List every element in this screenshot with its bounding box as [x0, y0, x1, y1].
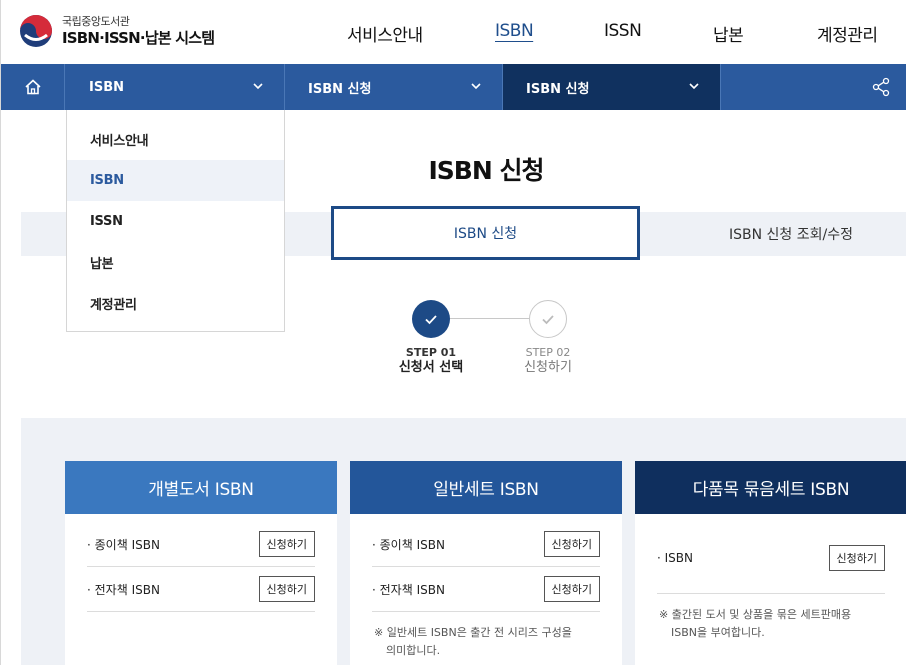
note-line: ※ 출간된 도서 및 상품을 묶은 세트판매용: [659, 608, 852, 621]
gnb-legal-deposit[interactable]: 납본: [713, 21, 744, 46]
location-depth1-select[interactable]: ISBN: [66, 64, 285, 110]
chevron-down-icon: [253, 83, 263, 90]
logo-org-name: 국립중앙도서관: [62, 15, 130, 28]
row-label: · ISBN: [657, 550, 693, 565]
dropdown-item-issn[interactable]: ISSN: [67, 201, 284, 242]
home-button[interactable]: [1, 64, 65, 110]
dropdown-item-account[interactable]: 계정관리: [67, 283, 284, 324]
card-row-ebook: · 전자책 ISBN 신청하기: [372, 567, 600, 612]
note-line: ISBN을 부여합니다.: [671, 626, 765, 639]
home-icon: [24, 79, 41, 95]
step-connector: [449, 318, 529, 319]
step-1-name: 신청서 선택: [398, 360, 464, 375]
check-icon: [542, 315, 554, 325]
card-title: 일반세트 ISBN: [350, 461, 622, 514]
note-line: 의미합니다.: [386, 644, 441, 657]
dropdown-item-service-guide[interactable]: 서비스안내: [67, 119, 284, 160]
location-depth3-select[interactable]: ISBN 신청: [503, 64, 721, 110]
gnb-issn[interactable]: ISSN: [604, 21, 642, 41]
chevron-down-icon: [471, 83, 481, 90]
site-header: 국립중앙도서관 ISBN·ISSN·납본 시스템 서비스안내 ISBN ISSN…: [1, 0, 906, 64]
step-1-number: STEP 01: [405, 346, 457, 359]
tab-isbn-apply[interactable]: ISBN 신청: [331, 206, 640, 260]
row-label: · 전자책 ISBN: [87, 582, 160, 597]
card-row-isbn: · ISBN 신청하기: [657, 522, 885, 594]
location-depth2-select[interactable]: ISBN 신청: [285, 64, 503, 110]
apply-button[interactable]: 신청하기: [258, 531, 315, 557]
check-icon: [425, 315, 437, 325]
step-1-indicator: [412, 300, 450, 338]
share-icon: [872, 77, 890, 97]
chevron-down-icon: [689, 83, 699, 90]
row-label: · 종이책 ISBN: [372, 537, 445, 552]
gnb-account[interactable]: 계정관리: [817, 21, 878, 46]
site-logo[interactable]: 국립중앙도서관 ISBN·ISSN·납본 시스템: [19, 14, 215, 48]
location-depth1-label: ISBN: [89, 79, 124, 95]
taegeuk-logo-icon: [20, 15, 52, 47]
gnb-service-guide[interactable]: 서비스안내: [347, 21, 423, 46]
row-label: · 전자책 ISBN: [372, 582, 445, 597]
apply-button[interactable]: 신청하기: [828, 544, 885, 571]
card-title: 개별도서 ISBN: [65, 461, 337, 514]
page-title: ISBN 신청: [428, 156, 545, 185]
card-general-set-isbn: 일반세트 ISBN · 종이책 ISBN 신청하기 · 전자책 ISBN 신청하…: [350, 461, 622, 665]
card-note: ※ 일반세트 ISBN은 출간 전 시리즈 구성을 의미합니다.: [372, 624, 600, 660]
card-row-paper: · 종이책 ISBN 신청하기: [87, 522, 315, 567]
step-2-number: STEP 02: [525, 346, 571, 359]
logo-system-title: ISBN·ISSN·납본 시스템: [62, 29, 215, 47]
apply-button[interactable]: 신청하기: [543, 576, 600, 602]
card-individual-isbn: 개별도서 ISBN · 종이책 ISBN 신청하기 · 전자책 ISBN 신청하…: [65, 461, 337, 665]
card-row-paper: · 종이책 ISBN 신청하기: [372, 522, 600, 567]
location-depth3-label: ISBN 신청: [526, 81, 590, 97]
card-multi-item-set-isbn: 다품목 묶음세트 ISBN · ISBN 신청하기 ※ 출간된 도서 및 상품을…: [635, 461, 906, 665]
apply-button[interactable]: 신청하기: [258, 576, 315, 602]
tab-isbn-inquiry[interactable]: ISBN 신청 조회/수정: [681, 224, 901, 244]
depth1-dropdown-menu: 서비스안내 ISBN ISSN 납본 계정관리: [66, 110, 285, 332]
step-2-label: STEP 02 신청하기: [503, 345, 593, 375]
card-row-ebook: · 전자책 ISBN 신청하기: [87, 567, 315, 612]
location-bar: ISBN ISBN 신청 ISBN 신청: [1, 64, 906, 110]
card-title: 다품목 묶음세트 ISBN: [635, 461, 906, 514]
share-button[interactable]: [871, 77, 891, 101]
dropdown-item-legal-deposit[interactable]: 납본: [67, 242, 284, 283]
gnb-isbn[interactable]: ISBN: [495, 21, 534, 41]
step-2-name: 신청하기: [524, 360, 572, 375]
step-1-label: STEP 01 신청서 선택: [386, 345, 476, 375]
note-line: ※ 일반세트 ISBN은 출간 전 시리즈 구성을: [374, 626, 572, 639]
apply-button[interactable]: 신청하기: [543, 531, 600, 557]
row-label: · 종이책 ISBN: [87, 537, 160, 552]
card-note: ※ 출간된 도서 및 상품을 묶은 세트판매용 ISBN을 부여합니다.: [657, 606, 885, 642]
step-2-indicator: [529, 300, 567, 338]
dropdown-item-isbn[interactable]: ISBN: [67, 160, 284, 201]
location-depth2-label: ISBN 신청: [308, 81, 372, 97]
